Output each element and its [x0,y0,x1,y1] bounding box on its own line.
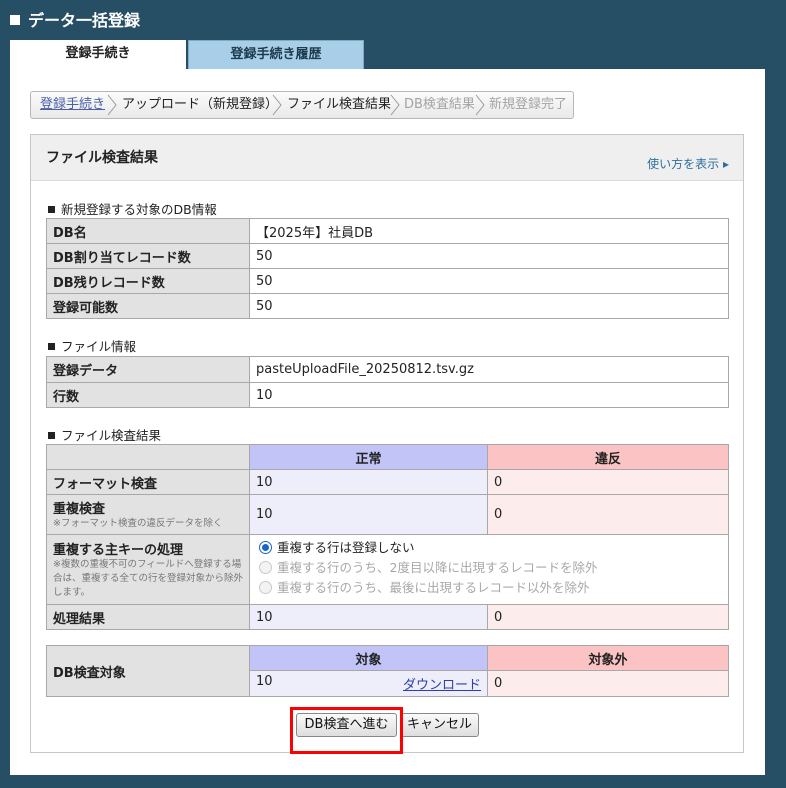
row-label: DB名 [46,218,250,244]
table-row: 登録可能数 50 [46,293,729,319]
card-title: ファイル検査結果 [46,150,158,166]
column-header-target: 対象 [249,645,488,671]
option-exclude-except-last: 重複する行のうち、最後に出現するレコード以外を除外 [259,578,722,598]
row-value: 10 [249,382,729,408]
table-header-row: DB検査対象 対象 対象外 [46,645,729,697]
tab-registration[interactable]: 登録手続き [10,40,186,69]
key-handling-options: 重複する行は登録しない 重複する行のうち、2度目以降に出現するレコードを除外 重… [249,534,729,605]
breadcrumb-step-file-check: ファイル検査結果 [287,97,392,112]
chevron-right-icon [272,94,282,116]
column-header-ng: 違反 [487,444,729,470]
table-row-duplicate: 重複検査 ※フォーマット検査の違反データを除く 10 0 [46,494,729,535]
help-link[interactable]: 使い方を表示 ▸ [647,155,729,172]
result-ng-count: 0 [487,604,729,630]
cancel-button[interactable]: キャンセル [400,713,479,737]
result-ok-count: 10 [249,604,488,630]
file-info-table: 登録データ pasteUploadFile_20250812.tsv.gz 行数 1… [46,356,729,408]
square-bullet-icon [48,432,55,439]
db-check-target-table: DB検査対象 対象 対象外 10 ダウンロード 0 [46,645,729,697]
column-header-excluded: 対象外 [487,645,729,671]
square-bullet-icon [48,343,55,350]
section-title-db-info: 新規登録する対象のDB情報 [48,199,217,218]
dup-ok-count: 10 [249,494,488,535]
format-ok-count: 10 [249,469,488,495]
table-row: DB割り当てレコード数 50 [46,243,729,269]
breadcrumb-step-upload: アップロード（新規登録） [122,97,279,112]
dup-ng-count: 0 [487,494,729,535]
check-results-table: 正常 違反 フォーマット検査 10 0 重複検査 ※フォーマット検査の違反データを… [46,444,729,630]
db-info-table: DB名 【2025年】社員DB DB割り当てレコード数 50 DB残りレコード数 50… [46,218,729,319]
column-header-ok: 正常 [249,444,488,470]
row-note: ※複数の重複不可のフィールドへ登録する場合は、重複する全ての行を登録対象から除外… [53,559,244,598]
app-header: データ一括登録 [0,0,786,36]
row-value: 50 [249,243,729,269]
breadcrumb-step-complete: 新規登録完了 [489,97,568,112]
file-check-card: ファイル検査結果 使い方を表示 ▸ 新規登録する対象のDB情報 DB名 【2025… [30,134,744,753]
radio-selected-icon[interactable] [259,541,272,554]
row-label: DB割り当てレコード数 [46,243,250,269]
row-value: pasteUploadFile_20250812.tsv.gz [249,356,729,383]
row-label: DB残りレコード数 [46,268,250,294]
option-exclude-second-onwards: 重複する行のうち、2度目以降に出現するレコードを除外 [259,558,722,578]
square-bullet-icon [48,206,55,213]
row-value: 50 [249,268,729,294]
table-header-row: 正常 違反 [46,444,729,470]
row-label: 登録可能数 [46,293,250,319]
card-header: ファイル検査結果 使い方を表示 ▸ [31,135,743,181]
radio-icon [259,561,272,574]
square-icon [10,15,20,25]
target-count: 10 [256,674,273,689]
tab-registration-history[interactable]: 登録手続き履歴 [188,40,364,69]
breadcrumb-step-db-check: DB検査結果 [404,97,475,112]
chevron-right-icon [475,94,485,116]
row-label: 重複検査 ※フォーマット検査の違反データを除く [46,494,250,535]
section-title-file-info: ファイル情報 [48,336,136,355]
table-row-key-handling: 重複する主キーの処理 ※複数の重複不可のフィールドへ登録する場合は、重複する全ての… [46,534,729,605]
chevron-right-icon [390,94,400,116]
excluded-count: 0 [487,670,729,697]
breadcrumb: 登録手続き アップロード（新規登録） ファイル検査結果 DB検査結果 新規登録完… [30,91,574,119]
table-row: DB名 【2025年】社員DB [46,218,729,244]
main-panel: 登録手続き アップロード（新規登録） ファイル検査結果 DB検査結果 新規登録完… [10,69,765,775]
row-label: 行数 [46,382,250,408]
target-cell: 10 ダウンロード [249,670,488,697]
table-row-format: フォーマット検査 10 0 [46,469,729,495]
row-value: 【2025年】社員DB [249,218,729,244]
row-value: 50 [249,293,729,319]
row-label: 処理結果 [46,604,250,630]
chevron-right-icon [107,94,117,116]
row-label: DB検査対象 [46,645,250,697]
breadcrumb-step-registration[interactable]: 登録手続き [40,92,105,118]
page-title: データ一括登録 [28,11,141,30]
section-title-check-results: ファイル検査結果 [48,425,161,444]
row-label: 登録データ [46,356,250,383]
highlight-box [290,707,403,754]
empty-header-cell [46,444,250,470]
row-label: フォーマット検査 [46,469,250,495]
download-link[interactable]: ダウンロード [403,674,481,693]
table-row: 登録データ pasteUploadFile_20250812.tsv.gz [46,356,729,383]
table-row: 行数 10 [46,382,729,408]
format-ng-count: 0 [487,469,729,495]
breadcrumb-link-registration[interactable]: 登録手続き [40,97,105,112]
radio-icon [259,581,272,594]
table-row-result: 処理結果 10 0 [46,604,729,630]
row-label: 重複する主キーの処理 ※複数の重複不可のフィールドへ登録する場合は、重複する全ての… [46,534,250,605]
table-row: DB残りレコード数 50 [46,268,729,294]
row-note: ※フォーマット検査の違反データを除く [53,518,223,529]
option-no-duplicates[interactable]: 重複する行は登録しない [259,538,722,558]
